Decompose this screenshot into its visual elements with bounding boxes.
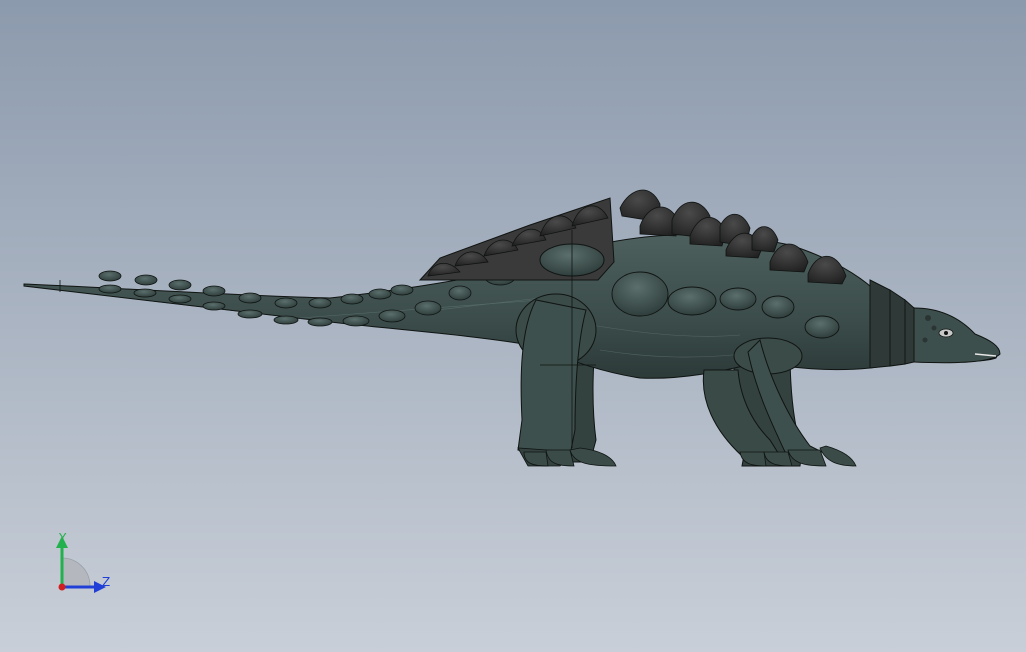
view-orientation-triad: Y Z: [48, 530, 118, 600]
triad-quarter-disc: [61, 557, 91, 587]
y-axis-label: Y: [59, 531, 67, 545]
x-axis-origin: [58, 583, 66, 591]
graphics-viewport[interactable]: Y Z: [0, 0, 1026, 652]
model-canvas[interactable]: [0, 0, 1026, 652]
z-axis-label: Z: [102, 575, 111, 589]
